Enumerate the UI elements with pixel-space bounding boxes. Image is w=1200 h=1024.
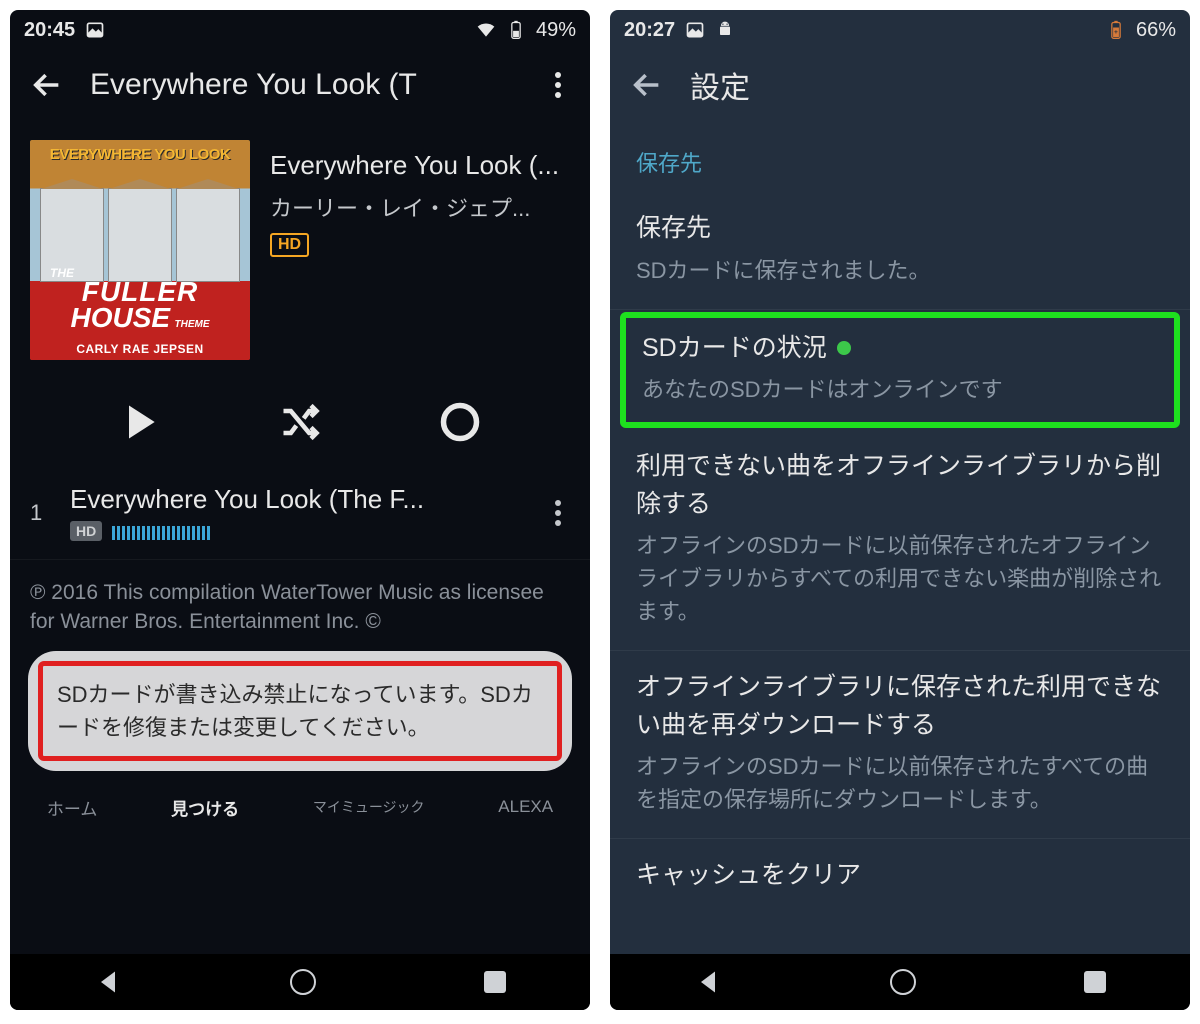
- nav-recents-icon[interactable]: [1084, 971, 1106, 993]
- album-art[interactable]: EVERYWHERE YOU LOOK THE FULLER HOUSE THE…: [30, 140, 250, 360]
- track-overflow-icon[interactable]: [546, 500, 570, 526]
- tab-find[interactable]: 見つける: [171, 795, 239, 820]
- toast-text: SDカードが書き込み禁止になっています。SDカードを修復または変更してください。: [38, 661, 562, 761]
- album-art-banner: EVERYWHERE YOU LOOK: [30, 146, 250, 163]
- playback-controls: [10, 380, 590, 474]
- section-header-storage: 保存先: [610, 120, 1190, 192]
- tab-home[interactable]: ホーム: [47, 795, 98, 820]
- svg-text:+: +: [1114, 29, 1118, 36]
- wifi-icon: [476, 20, 496, 40]
- setting-title: 保存先: [636, 210, 1164, 248]
- setting-subtitle: SDカードに保存されました。: [636, 254, 1164, 287]
- phone-right-settings: 20:27 + 66% 設定 保存先 保存先 SDカードに保存されました。 SD…: [610, 10, 1190, 1010]
- page-title: 設定: [690, 63, 1170, 107]
- android-icon: [715, 20, 735, 40]
- status-bar: 20:27 + 66%: [610, 10, 1190, 50]
- nav-back-icon[interactable]: [94, 968, 122, 996]
- nav-recents-icon[interactable]: [484, 971, 506, 993]
- album-art-artist: CARLY RAE JEPSEN: [30, 338, 250, 360]
- toast-message: SDカードが書き込み禁止になっています。SDカードを修復または変更してください。: [28, 651, 572, 771]
- overflow-menu-icon[interactable]: [546, 72, 570, 98]
- app-bar: 設定: [610, 50, 1190, 120]
- page-title: Everywhere You Look (T: [90, 68, 520, 102]
- setting-redownload[interactable]: オフラインライブラリに保存された利用できない曲を再ダウンロードする オフラインの…: [610, 651, 1190, 839]
- setting-title: SDカードの状況: [642, 330, 1158, 368]
- status-bar: 20:45 49%: [10, 10, 590, 50]
- setting-storage-location[interactable]: 保存先 SDカードに保存されました。: [610, 192, 1190, 310]
- nav-back-icon[interactable]: [694, 968, 722, 996]
- app-bar: Everywhere You Look (T: [10, 50, 590, 120]
- album-artist[interactable]: カーリー・レイ・ジェプ...: [270, 191, 570, 223]
- status-time: 20:45: [24, 19, 75, 42]
- tab-mymusic[interactable]: マイミュージック: [313, 797, 425, 817]
- setting-title: オフラインライブラリに保存された利用できない曲を再ダウンロードする: [636, 669, 1164, 744]
- track-hd-badge: HD: [70, 521, 102, 541]
- bottom-tabs: ホーム 見つける マイミュージック ALEXA: [10, 785, 590, 826]
- battery-icon: [506, 20, 526, 40]
- status-time: 20:27: [624, 19, 675, 42]
- battery-icon: +: [1106, 20, 1126, 40]
- system-navbar: [10, 954, 590, 1010]
- nav-home-icon[interactable]: [290, 969, 316, 995]
- setting-subtitle: オフラインのSDカードに以前保存されたオフラインライブラリからすべての利用できな…: [636, 529, 1164, 628]
- battery-percent: 49%: [536, 19, 576, 42]
- track-title: Everywhere You Look (The F...: [70, 484, 526, 515]
- album-header: EVERYWHERE YOU LOOK THE FULLER HOUSE THE…: [10, 120, 590, 380]
- track-row[interactable]: 1 Everywhere You Look (The F... HD: [10, 474, 590, 560]
- system-navbar: [610, 954, 1190, 1010]
- phone-left-music-app: 20:45 49% Everywhere You Look (T EVERYWH…: [10, 10, 590, 1010]
- battery-percent: 66%: [1136, 19, 1176, 42]
- play-icon[interactable]: [118, 400, 162, 444]
- album-title: Everywhere You Look (...: [270, 150, 570, 181]
- setting-title: キャッシュをクリア: [636, 857, 1164, 895]
- status-online-dot-icon: [837, 341, 851, 355]
- record-icon[interactable]: [438, 400, 482, 444]
- image-icon: [85, 20, 105, 40]
- setting-subtitle: オフラインのSDカードに以前保存されたすべての曲を指定の保存場所にダウンロードし…: [636, 750, 1164, 816]
- setting-title: 利用できない曲をオフラインライブラリから削除する: [636, 448, 1164, 523]
- back-icon[interactable]: [30, 68, 64, 102]
- setting-clear-cache[interactable]: キャッシュをクリア: [610, 839, 1190, 917]
- nav-home-icon[interactable]: [890, 969, 916, 995]
- album-art-logo: THE FULLER HOUSE THEME: [30, 268, 250, 330]
- setting-subtitle: あなたのSDカードはオンラインです: [642, 373, 1158, 406]
- setting-sd-status-highlighted[interactable]: SDカードの状況 あなたのSDカードはオンラインです: [620, 312, 1180, 429]
- track-number: 1: [30, 500, 50, 526]
- download-progress-icon: [112, 522, 210, 540]
- copyright-text: ℗ 2016 This compilation WaterTower Music…: [10, 560, 590, 637]
- shuffle-icon[interactable]: [278, 400, 322, 444]
- back-icon[interactable]: [630, 68, 664, 102]
- tab-alexa[interactable]: ALEXA: [498, 797, 553, 817]
- setting-remove-unavailable[interactable]: 利用できない曲をオフラインライブラリから削除する オフラインのSDカードに以前保…: [610, 430, 1190, 651]
- hd-badge: HD: [270, 233, 309, 257]
- image-icon: [685, 20, 705, 40]
